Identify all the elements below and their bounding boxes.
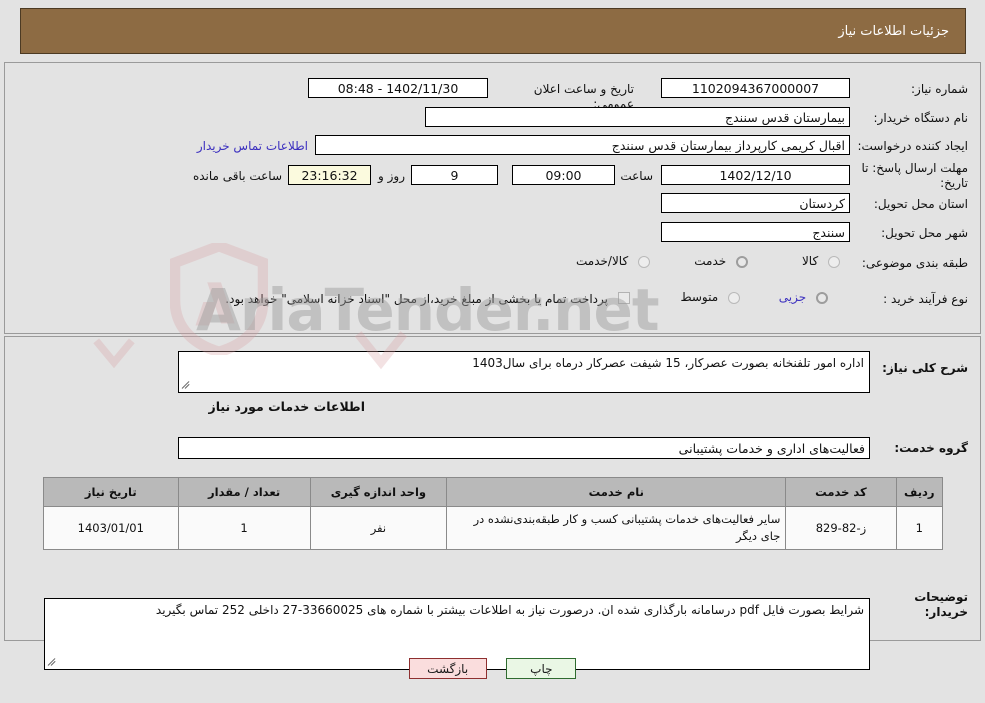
items-table-wrap: ردیف کد خدمت نام خدمت واحد اندازه گیری ت… (43, 477, 944, 550)
cell-name: سایر فعالیت‌های خدمات پشتیبانی کسب و کار… (446, 506, 787, 550)
radio-goods-service-icon[interactable] (638, 255, 650, 268)
radio-medium-icon[interactable] (728, 291, 740, 304)
treasury-note-text: پرداخت تمام یا بخشی از مبلغ خرید،از محل … (225, 292, 608, 306)
need-details-panel: شرح کلی نیاز: اداره امور تلفنخانه بصورت … (4, 336, 981, 670)
col-header-unit: واحد اندازه گیری (309, 477, 448, 507)
creator-label: ایجاد کننده درخواست: (857, 139, 968, 153)
cell-row: 1 (895, 506, 944, 550)
buyer-contact-link[interactable]: اطلاعات تماس خریدار (197, 139, 308, 153)
deadline-date-value: 1402/12/10 (661, 165, 850, 185)
cell-code: ز-82-829 (785, 506, 897, 550)
services-section-heading: اطلاعات خدمات مورد نیاز (208, 399, 366, 414)
header-bar: جزئیات اطلاعات نیاز (20, 8, 966, 54)
col-header-name: نام خدمت (446, 477, 787, 507)
category-radio-service[interactable]: خدمت (694, 254, 748, 269)
resize-grip-icon[interactable] (182, 381, 191, 390)
col-header-code: کد خدمت (785, 477, 897, 507)
need-number-value: 1102094367000007 (661, 78, 850, 98)
process-label: نوع فرآیند خرید : (883, 292, 968, 306)
page-header: جزئیات اطلاعات نیاز (20, 8, 966, 54)
deadline-label: مهلت ارسال پاسخ: تا تاریخ: (861, 161, 968, 190)
radio-minor-icon[interactable] (816, 291, 828, 304)
days-remaining-value: 9 (411, 165, 498, 185)
service-group-value: فعالیت‌های اداری و خدمات پشتیبانی (178, 437, 870, 459)
description-value: اداره امور تلفنخانه بصورت عصرکار، 15 شیف… (472, 356, 864, 370)
city-label: شهر محل تحویل: (881, 226, 968, 240)
buyer-org-label: نام دستگاه خریدار: (873, 111, 969, 125)
treasury-checkbox[interactable] (618, 290, 630, 304)
radio-service-icon[interactable] (736, 255, 748, 268)
deadline-time-label: ساعت (620, 169, 653, 183)
cell-unit: نفر (309, 506, 448, 550)
countdown-value: 23:16:32 (288, 165, 371, 185)
days-suffix-label: روز و (378, 169, 405, 183)
cell-date: 1403/01/01 (43, 506, 179, 550)
radio-goods-icon[interactable] (828, 255, 840, 268)
category-option-label-0: کالا (801, 254, 819, 268)
process-option-label-0: جزیی (778, 290, 807, 304)
print-button[interactable]: چاپ (506, 658, 577, 679)
checkbox-treasury-icon[interactable] (618, 291, 630, 304)
page-root: AriaTender.net جزئیات اطلاعات نیاز شماره… (0, 0, 985, 703)
table-row: 1 ز-82-829 سایر فعالیت‌های خدمات پشتیبان… (43, 506, 944, 550)
service-group-label: گروه خدمت: (894, 441, 968, 455)
category-option-label-2: کالا/خدمت (575, 254, 629, 268)
category-label: طبقه بندی موضوعی: (861, 256, 968, 270)
process-radio-medium[interactable]: متوسط (680, 290, 740, 305)
back-button[interactable]: بازگشت (408, 658, 487, 679)
process-option-label-1: متوسط (680, 290, 719, 304)
category-radio-goods[interactable]: کالا (802, 254, 840, 269)
category-option-label-1: خدمت (694, 254, 727, 268)
col-header-qty: تعداد / مقدار (177, 477, 311, 507)
page-title: جزئیات اطلاعات نیاز (838, 23, 949, 39)
description-textarea[interactable]: اداره امور تلفنخانه بصورت عصرکار، 15 شیف… (178, 351, 870, 393)
buyer-org-value: بیمارستان قدس سنندج (425, 107, 850, 127)
buyer-notes-value: شرایط بصورت فایل pdf درسامانه بارگذاری ش… (155, 603, 864, 617)
need-info-panel: شماره نیاز: 1102094367000007 تاریخ و ساع… (4, 62, 981, 334)
countdown-suffix-label: ساعت باقی مانده (192, 169, 282, 183)
table-header-row: ردیف کد خدمت نام خدمت واحد اندازه گیری ت… (43, 477, 944, 507)
buyer-notes-label: توضیحات خریدار: (914, 590, 968, 619)
items-table: ردیف کد خدمت نام خدمت واحد اندازه گیری ت… (43, 477, 944, 550)
city-value: سنندج (661, 222, 850, 242)
description-label: شرح کلی نیاز: (882, 361, 968, 375)
province-value: کردستان (661, 193, 850, 213)
cell-qty: 1 (177, 506, 311, 550)
col-header-date: تاریخ نیاز (43, 477, 179, 507)
category-radio-goods-service[interactable]: کالا/خدمت (576, 254, 650, 269)
need-number-label: شماره نیاز: (911, 82, 968, 96)
footer-actions: چاپ بازگشت (0, 658, 985, 679)
announce-datetime-value: 1402/11/30 - 08:48 (308, 78, 488, 98)
process-radio-minor[interactable]: جزیی (779, 290, 828, 305)
deadline-time-value: 09:00 (512, 165, 615, 185)
creator-value: اقبال کریمی کارپرداز بیمارستان قدس سنندج (315, 135, 850, 155)
province-label: استان محل تحویل: (873, 197, 968, 211)
col-header-row: ردیف (895, 477, 944, 507)
